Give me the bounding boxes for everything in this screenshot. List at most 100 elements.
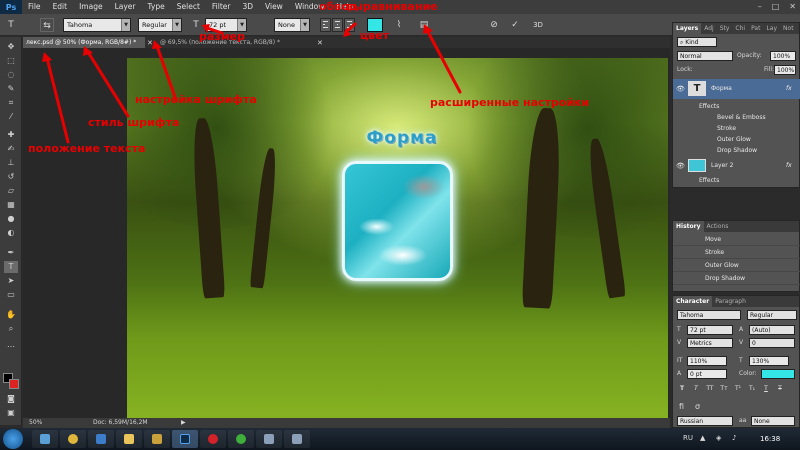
start-button[interactable]	[3, 429, 23, 449]
history-item[interactable]: Move	[673, 234, 800, 246]
history-item[interactable]: Stroke	[673, 247, 800, 259]
taskbar-app-media[interactable]	[88, 430, 114, 448]
menu-3d[interactable]: 3D	[236, 0, 259, 14]
lasso-tool-icon[interactable]: ◌	[4, 69, 18, 81]
char-font-style-select[interactable]: Regular	[747, 310, 797, 320]
fill-input[interactable]: 100%	[774, 65, 796, 75]
blur-tool-icon[interactable]: ●	[4, 213, 18, 225]
zoom-level[interactable]: 50%	[29, 418, 42, 428]
menu-view[interactable]: View	[259, 0, 289, 14]
faux-bold-button[interactable]: T	[677, 384, 687, 393]
shape-tool-icon[interactable]: ▭	[4, 289, 18, 301]
tab-layers[interactable]: Layers	[673, 23, 702, 34]
path-select-tool-icon[interactable]: ➤	[4, 275, 18, 287]
taskbar-app-folder[interactable]	[144, 430, 170, 448]
horizontal-scale-input[interactable]: 130%	[749, 356, 789, 366]
doc-tab-active[interactable]: лекс.psd @ 50% (Форма, RGB/8#) *	[23, 37, 145, 48]
type-tool-icon[interactable]: T	[4, 261, 18, 273]
tab-paragraph[interactable]: Paragraph	[712, 296, 749, 307]
effect-row[interactable]: Drop Shadow	[673, 145, 800, 156]
taskbar-app-window[interactable]	[256, 430, 282, 448]
taskbar-app-opera[interactable]	[200, 430, 226, 448]
menu-edit[interactable]: Edit	[47, 0, 74, 14]
ordinal-icon[interactable]: σ	[695, 402, 700, 412]
subscript-button[interactable]: T₁	[747, 384, 757, 393]
warp-text-icon[interactable]: ⌇	[392, 18, 406, 32]
effect-row[interactable]: Bevel & Emboss	[673, 112, 800, 123]
superscript-button[interactable]: T¹	[733, 384, 743, 393]
taskbar-app-photoshop[interactable]	[172, 430, 198, 448]
font-style-select[interactable]: Regular ▼	[138, 18, 182, 32]
quick-mask-icon[interactable]: ◙	[4, 393, 18, 405]
strikethrough-button[interactable]: T	[775, 384, 785, 393]
taskbar-app-files[interactable]	[116, 430, 142, 448]
vertical-scale-input[interactable]: 110%	[687, 356, 727, 366]
eye-icon[interactable]: 👁	[676, 161, 685, 172]
panels-toggle-icon[interactable]: ▤	[417, 18, 431, 32]
3d-button[interactable]: 3D	[530, 18, 546, 32]
fx-icon[interactable]: fx	[786, 83, 792, 94]
tab-history[interactable]: History	[673, 221, 704, 232]
eyedropper-tool-icon[interactable]: ⁄	[4, 111, 18, 123]
char-font-size-select[interactable]: 72 pt	[687, 325, 733, 335]
tab-actions[interactable]: Actions	[704, 221, 732, 232]
commit-icon[interactable]: ✓	[508, 18, 522, 32]
layer-kind-filter[interactable]: ⌕ Kind	[677, 37, 717, 47]
eye-icon[interactable]: 👁	[676, 84, 685, 95]
taskbar-app-window[interactable]	[284, 430, 310, 448]
menu-image[interactable]: Image	[73, 0, 109, 14]
tray-volume-icon[interactable]: ◈	[716, 434, 721, 442]
char-color-swatch[interactable]	[761, 369, 795, 379]
align-left-button[interactable]	[320, 18, 331, 32]
marquee-tool-icon[interactable]: ⬚	[4, 55, 18, 67]
fx-icon[interactable]: fx	[786, 160, 792, 171]
stamp-tool-icon[interactable]: ⊥	[4, 157, 18, 169]
align-center-button[interactable]	[332, 18, 343, 32]
underline-button[interactable]: T	[761, 384, 771, 393]
ligature-icon[interactable]: fi	[679, 402, 684, 412]
blend-mode-select[interactable]: Normal	[677, 51, 733, 61]
taskbar-app-green[interactable]	[228, 430, 254, 448]
tab-layer-comps[interactable]: Lay	[763, 23, 780, 34]
minimize-icon[interactable]: –	[758, 0, 762, 14]
tab-paths[interactable]: Pat	[748, 23, 763, 34]
tab-channels[interactable]: Chi	[732, 23, 748, 34]
system-clock[interactable]: 16:38	[760, 435, 780, 443]
antialias-select[interactable]: None ▼	[274, 18, 310, 32]
char-font-family-select[interactable]: Tahoma	[677, 310, 741, 320]
tab-styles[interactable]: Sty	[717, 23, 733, 34]
eraser-tool-icon[interactable]: ▱	[4, 185, 18, 197]
dodge-tool-icon[interactable]: ◐	[4, 227, 18, 239]
menu-type[interactable]: Type	[142, 0, 171, 14]
language-select[interactable]: Russian	[677, 416, 733, 426]
text-orientation-icon[interactable]: ⇆	[40, 18, 54, 32]
layer-effects-row[interactable]: Effects	[673, 175, 800, 186]
pen-tool-icon[interactable]: ✒	[4, 247, 18, 259]
char-antialias-select[interactable]: None	[751, 416, 795, 426]
menu-layer[interactable]: Layer	[109, 0, 142, 14]
font-family-select[interactable]: Tahoma ▼	[63, 18, 131, 32]
opacity-input[interactable]: 100%	[770, 51, 796, 61]
tab-notes[interactable]: Not	[780, 23, 797, 34]
taskbar-app-explorer[interactable]	[32, 430, 58, 448]
menu-filter[interactable]: Filter	[206, 0, 237, 14]
crop-tool-icon[interactable]: ⌗	[4, 97, 18, 109]
move-tool-icon[interactable]: ✥	[4, 41, 18, 53]
all-caps-button[interactable]: TT	[705, 384, 715, 393]
type-tool-preset-icon[interactable]: T	[4, 18, 18, 32]
zoom-tool-icon[interactable]: ⌕	[4, 323, 18, 335]
more-tools-icon[interactable]: …	[4, 339, 18, 351]
layer-row-forma[interactable]: 👁 T Форма fx	[673, 79, 800, 99]
language-indicator[interactable]: RU	[683, 434, 693, 442]
history-brush-tool-icon[interactable]: ↺	[4, 171, 18, 183]
effect-row[interactable]: Stroke	[673, 123, 800, 134]
faux-italic-button[interactable]: T	[691, 384, 701, 393]
menu-file[interactable]: File	[22, 0, 47, 14]
char-leading-select[interactable]: (Auto)	[749, 325, 795, 335]
history-item[interactable]: Outer Glow	[673, 260, 800, 272]
document-canvas[interactable]: Форма	[127, 58, 668, 418]
layer-effects-row[interactable]: Effects	[673, 101, 800, 112]
status-arrow-icon[interactable]: ▶	[181, 418, 186, 428]
tab-adjustments[interactable]: Adj	[701, 23, 716, 34]
hand-tool-icon[interactable]: ✋	[4, 309, 18, 321]
